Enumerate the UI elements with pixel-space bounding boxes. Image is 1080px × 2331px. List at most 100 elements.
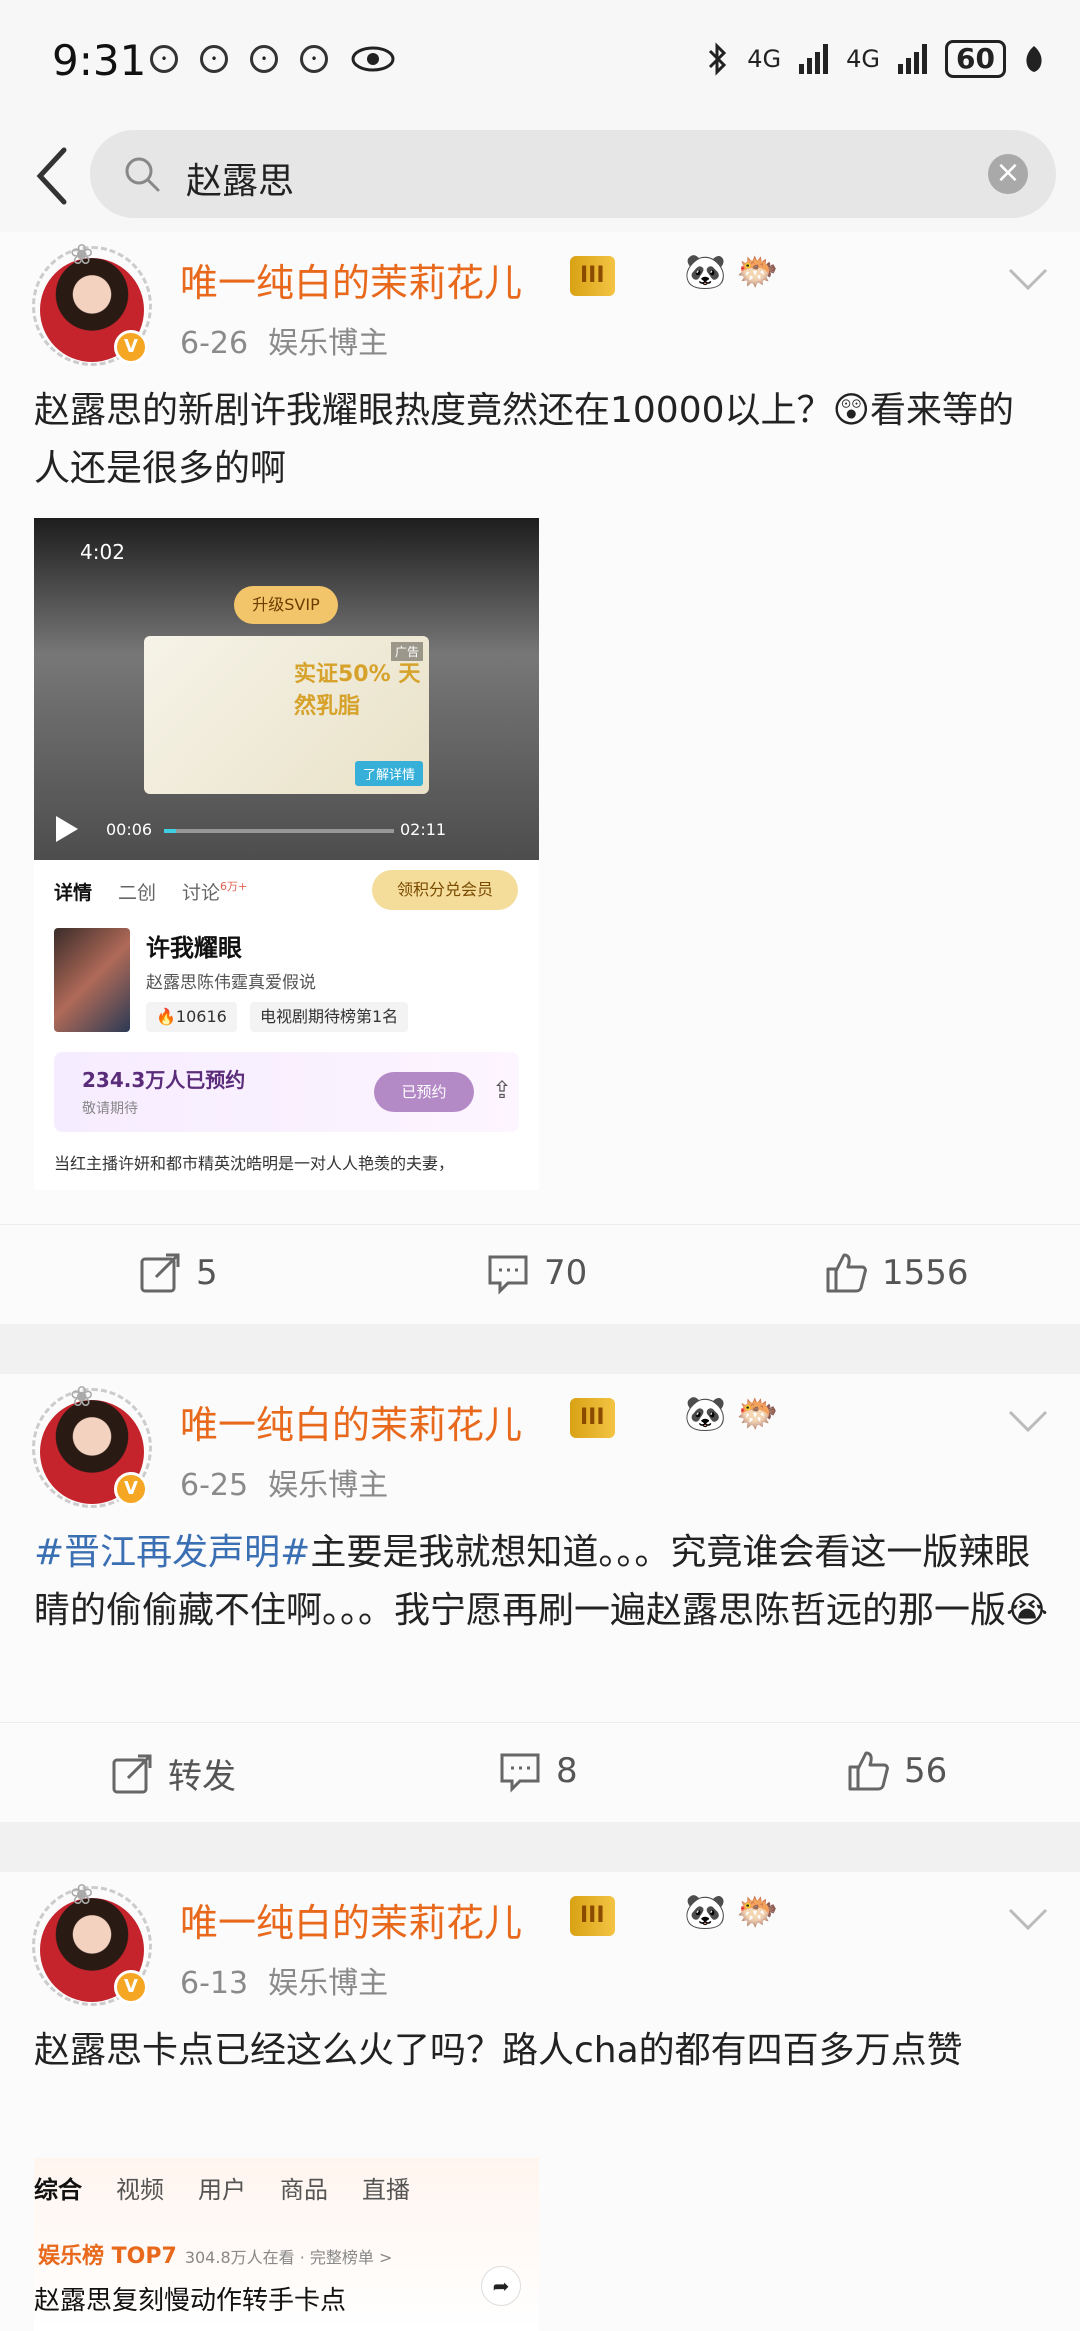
post-card[interactable]: ❀ V 唯一纯白的茉莉花儿 III 🐼 🐡 6-26 娱乐博主 赵露思的新剧许我耀…: [0, 232, 1080, 1324]
bow-decoration-icon: ❀: [70, 1380, 94, 1413]
rank-chip: 电视剧期待榜第1名: [250, 1002, 409, 1032]
share-icon: ➦: [481, 2266, 521, 2306]
status-right: 4G 4G 60: [707, 40, 1044, 78]
rank-meta: 304.8万人在看 · 完整榜单 >: [184, 2248, 393, 2267]
app-notification-icon: •: [300, 45, 328, 73]
post-date: 6-25: [180, 1468, 249, 1503]
embedded-time: 4:02: [80, 540, 125, 564]
embedded-tab: 二创: [118, 882, 157, 904]
entertainment-rank: 娱乐榜 TOP7 304.8万人在看 · 完整榜单 >: [38, 2238, 392, 2270]
embedded-tab: 讨论6万+: [182, 878, 247, 905]
repost-button[interactable]: 转发: [110, 1749, 236, 1798]
bow-decoration-icon: ❀: [70, 1878, 94, 1911]
search-icon: [125, 157, 160, 192]
search-query: 赵露思: [186, 161, 295, 202]
notification-icons: • • • •: [150, 44, 396, 74]
screen: { "status_bar": { "time": "9:31", "netwo…: [0, 0, 1080, 2331]
repost-button[interactable]: 5: [138, 1251, 218, 1295]
reserve-sub: 敬请期待: [82, 1101, 138, 1117]
repost-label: 转发: [168, 1757, 236, 1797]
signal-icon: [898, 44, 928, 74]
search-input[interactable]: 赵露思 ×: [90, 130, 1056, 218]
embedded-search-tabs: 综合 视频 用户 商品 直播: [34, 2170, 410, 2205]
comment-icon: [500, 1753, 540, 1793]
bow-decoration-icon: ❀: [70, 238, 94, 271]
post-meta: 6-25 娱乐博主: [180, 1460, 388, 1504]
video-current-time: 00:06: [106, 820, 153, 839]
panda-badge-icon: 🐼: [684, 252, 727, 292]
chevron-down-icon[interactable]: [1008, 1908, 1048, 1932]
panda-badge-icon: 🐼: [684, 1892, 727, 1932]
drama-cast: 赵露思陈伟霆真爱假说: [146, 973, 316, 993]
ad-banner: 实证50% 天然乳脂 广告 了解详情: [144, 636, 429, 794]
signal-icon: [799, 44, 829, 74]
like-button[interactable]: 1556: [824, 1251, 969, 1295]
like-button[interactable]: 56: [846, 1749, 947, 1793]
user-role: 娱乐博主: [268, 326, 389, 361]
hashtag-link[interactable]: #晋江再发声明#: [34, 1532, 310, 1573]
avatar[interactable]: ❀ V: [32, 1380, 152, 1508]
clear-search-button[interactable]: ×: [988, 154, 1028, 194]
back-button[interactable]: [20, 140, 84, 212]
verified-badge-icon: V: [114, 1970, 148, 2004]
post-image[interactable]: 4:02 升级SVIP 实证50% 天然乳脂 广告 了解详情 00:06 02:…: [34, 518, 539, 1190]
post-card[interactable]: ❀ V 唯一纯白的茉莉花儿 III 🐼 🐡 6-25 娱乐博主 #晋江再发声明#主…: [0, 1374, 1080, 1822]
fish-badge-icon: 🐡: [736, 252, 779, 292]
svip-button: 升级SVIP: [234, 586, 338, 624]
post-meta: 6-26 娱乐博主: [180, 318, 388, 362]
ad-button: 了解详情: [354, 761, 423, 786]
post-text: #晋江再发声明#主要是我就想知道。。。究竟谁会看这一版辣眼睛的偷偷藏不住啊。。。…: [34, 1524, 1049, 1640]
comment-button[interactable]: 70: [486, 1251, 587, 1295]
embedded-tab: 详情: [54, 882, 93, 904]
verified-badge-icon: V: [114, 330, 148, 364]
avatar[interactable]: ❀ V: [32, 238, 152, 366]
like-icon: [848, 1751, 889, 1791]
play-icon: [56, 816, 78, 842]
like-icon: [826, 1253, 867, 1293]
comment-button[interactable]: 8: [498, 1749, 578, 1793]
username[interactable]: 唯一纯白的茉莉花儿: [180, 1394, 522, 1449]
chevron-down-icon[interactable]: [1008, 1410, 1048, 1434]
network-type-1: 4G: [747, 45, 782, 73]
ad-tag: 广告: [390, 642, 423, 661]
panda-badge-icon: 🐼: [684, 1394, 727, 1434]
heat-chip: 🔥10616: [146, 1002, 237, 1032]
embedded-title: 赵露思复刻慢动作转手卡点: [34, 2286, 347, 2316]
video-player[interactable]: 4:02 升级SVIP 实证50% 天然乳脂 广告 了解详情 00:06 02:…: [34, 518, 539, 860]
repost-icon: [112, 1754, 152, 1793]
like-count: 56: [904, 1751, 948, 1791]
video-progress-fill: [164, 829, 176, 833]
embedded-tab: 用户: [198, 2176, 246, 2204]
comment-count: 70: [544, 1253, 588, 1293]
fish-badge-icon: 🐡: [736, 1394, 779, 1434]
embedded-tab: 视频: [116, 2176, 164, 2204]
member-button: 领积分兑会员: [372, 870, 518, 910]
embedded-tab: 综合: [34, 2176, 82, 2204]
embedded-tab-label: 讨论: [182, 882, 221, 904]
app-notification-icon: •: [150, 45, 178, 73]
status-bar: 9:31 • • • • 4G 4G 60: [0, 0, 1080, 120]
username[interactable]: 唯一纯白的茉莉花儿: [180, 252, 522, 307]
reserve-count: 234.3万人已预约: [82, 1068, 246, 1092]
like-count: 1556: [882, 1253, 969, 1293]
post-text: 赵露思卡点已经这么火了吗？路人cha的都有四百多万点赞: [34, 2030, 963, 2071]
avatar[interactable]: ❀ V: [32, 1878, 152, 2006]
drama-description: 当红主播许妍和都市精英沈皓明是一对人人艳羡的夫妻，: [54, 1154, 455, 1173]
level-badge: III: [570, 1896, 615, 1936]
chevron-down-icon[interactable]: [1008, 268, 1048, 292]
post-card[interactable]: ❀ V 唯一纯白的茉莉花儿 III 🐼 🐡 6-13 娱乐博主 赵露思卡点已经这么…: [0, 1872, 1080, 2331]
post-image[interactable]: 综合 视频 用户 商品 直播 娱乐榜 TOP7 304.8万人在看 · 完整榜单 …: [34, 2158, 539, 2331]
bluetooth-icon: [709, 42, 727, 76]
drama-poster: [54, 928, 130, 1032]
search-bar: 赵露思 ×: [0, 120, 1080, 232]
reservation-panel: 234.3万人已预约 敬请期待 已预约 ⇪: [54, 1052, 519, 1132]
post-text: 赵露思的新剧许我耀眼热度竟然还在10000以上？😲看来等的人还是很多的啊: [34, 390, 1015, 489]
embedded-tab: 商品: [280, 2176, 328, 2204]
status-time: 9:31: [52, 36, 147, 85]
username[interactable]: 唯一纯白的茉莉花儿: [180, 1892, 522, 1947]
comment-count: 8: [556, 1751, 578, 1791]
share-icon: ⇪: [492, 1076, 513, 1104]
discuss-count: 6万+: [220, 880, 248, 893]
user-role: 娱乐博主: [268, 1966, 389, 2001]
network-type-2: 4G: [846, 45, 881, 73]
